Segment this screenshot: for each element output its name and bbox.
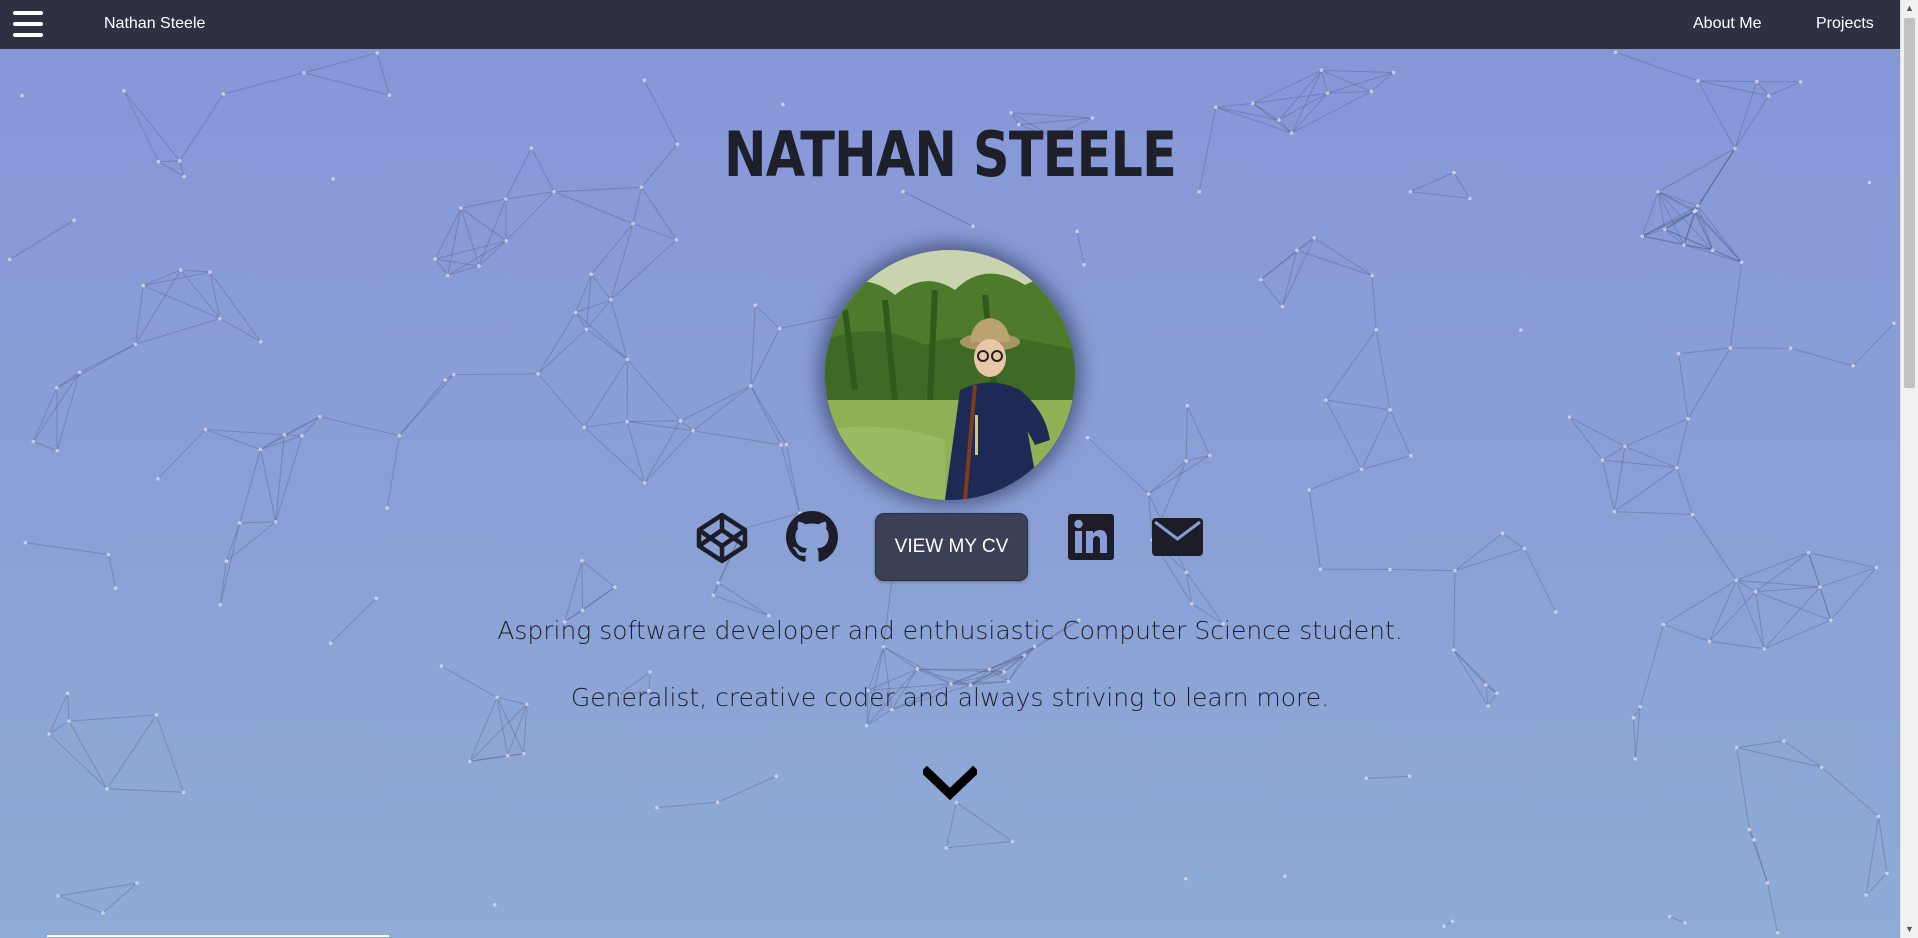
codepen-icon[interactable] <box>695 511 749 565</box>
hamburger-menu-icon[interactable] <box>13 11 43 37</box>
page-title: NATHAN STEELE <box>724 118 1177 191</box>
navbar: Nathan Steele About Me Projects <box>0 0 1900 49</box>
vertical-scrollbar[interactable]: ▲ ▼ <box>1900 0 1918 938</box>
linkedin-icon[interactable] <box>1068 514 1114 560</box>
email-icon[interactable] <box>1152 518 1203 556</box>
nav-link-projects[interactable]: Projects <box>1816 15 1874 33</box>
profile-photo <box>825 250 1075 500</box>
scrollbar-thumb[interactable] <box>1904 18 1915 388</box>
github-icon[interactable] <box>786 511 838 563</box>
tagline-secondary: Generalist, creative coder and always st… <box>570 683 1330 712</box>
view-cv-button[interactable]: VIEW MY CV <box>875 513 1028 581</box>
tagline-primary: Aspring software developer and enthusias… <box>497 616 1403 645</box>
bottom-indicator <box>47 935 389 937</box>
brand-link[interactable]: Nathan Steele <box>104 15 205 33</box>
scroll-up-arrow-icon[interactable]: ▲ <box>1901 0 1918 17</box>
chevron-down-icon[interactable] <box>920 765 980 802</box>
nav-link-about-me[interactable]: About Me <box>1693 15 1761 33</box>
scroll-down-arrow-icon[interactable]: ▼ <box>1901 921 1918 938</box>
